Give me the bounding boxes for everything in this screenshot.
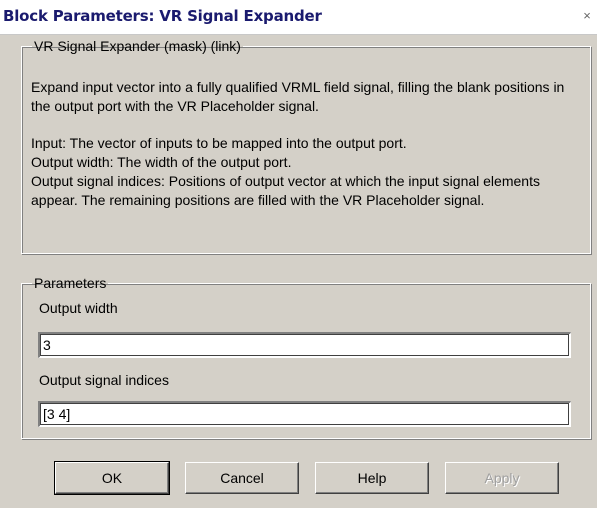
- output-width-field[interactable]: 3: [38, 332, 571, 358]
- mask-description: Expand input vector into a fully qualifi…: [31, 78, 586, 228]
- description-paragraph-1: Expand input vector into a fully qualifi…: [31, 79, 565, 114]
- window-title: Block Parameters: VR Signal Expander: [3, 7, 322, 25]
- parameters-legend: Parameters: [34, 275, 107, 291]
- mask-legend: VR Signal Expander (mask) (link): [34, 38, 241, 54]
- description-paragraph-2: Input: The vector of inputs to be mapped…: [31, 135, 540, 208]
- output-indices-label: Output signal indices: [39, 372, 169, 388]
- close-icon[interactable]: ×: [580, 9, 594, 23]
- title-bar: Block Parameters: VR Signal Expander ×: [0, 0, 597, 35]
- ok-button[interactable]: OK: [54, 461, 170, 495]
- output-indices-field[interactable]: [3 4]: [38, 401, 571, 427]
- output-width-label: Output width: [39, 300, 118, 316]
- cancel-button[interactable]: Cancel: [185, 462, 299, 494]
- apply-button[interactable]: Apply: [445, 462, 559, 494]
- help-button[interactable]: Help: [315, 462, 429, 494]
